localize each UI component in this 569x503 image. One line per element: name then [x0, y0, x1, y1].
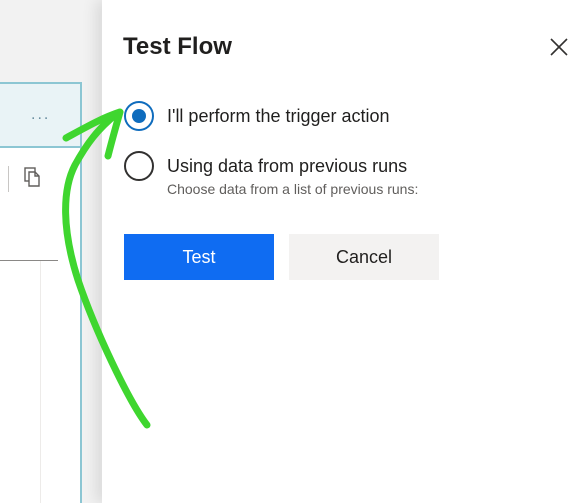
- test-flow-panel: Test Flow I'll perform the trigger actio…: [102, 0, 569, 503]
- trigger-card-header[interactable]: ...: [0, 82, 80, 148]
- option-previous-runs[interactable]: Using data from previous runs Choose dat…: [124, 151, 418, 198]
- toolbar-divider: [8, 166, 9, 192]
- card-guide-line: [40, 261, 41, 503]
- screen: ... Test Flow I'll perform the trigger a…: [0, 0, 569, 503]
- radio-perform-trigger[interactable]: [124, 101, 154, 131]
- more-options-icon[interactable]: ...: [31, 107, 50, 123]
- copy-icon[interactable]: [23, 166, 43, 188]
- card-toolbar: [0, 150, 80, 200]
- card-divider: [0, 260, 58, 261]
- option-label: Using data from previous runs: [167, 156, 408, 176]
- cancel-button[interactable]: Cancel: [289, 234, 439, 280]
- trigger-card[interactable]: ...: [0, 82, 82, 503]
- close-icon[interactable]: [548, 36, 569, 58]
- panel-title: Test Flow: [123, 33, 232, 60]
- option-description: Choose data from a list of previous runs…: [167, 181, 419, 197]
- option-label: I'll perform the trigger action: [167, 106, 390, 126]
- radio-previous-runs[interactable]: [124, 151, 154, 181]
- option-perform-trigger[interactable]: I'll perform the trigger action: [124, 101, 390, 131]
- test-button[interactable]: Test: [124, 234, 274, 280]
- flow-canvas: ...: [0, 0, 102, 503]
